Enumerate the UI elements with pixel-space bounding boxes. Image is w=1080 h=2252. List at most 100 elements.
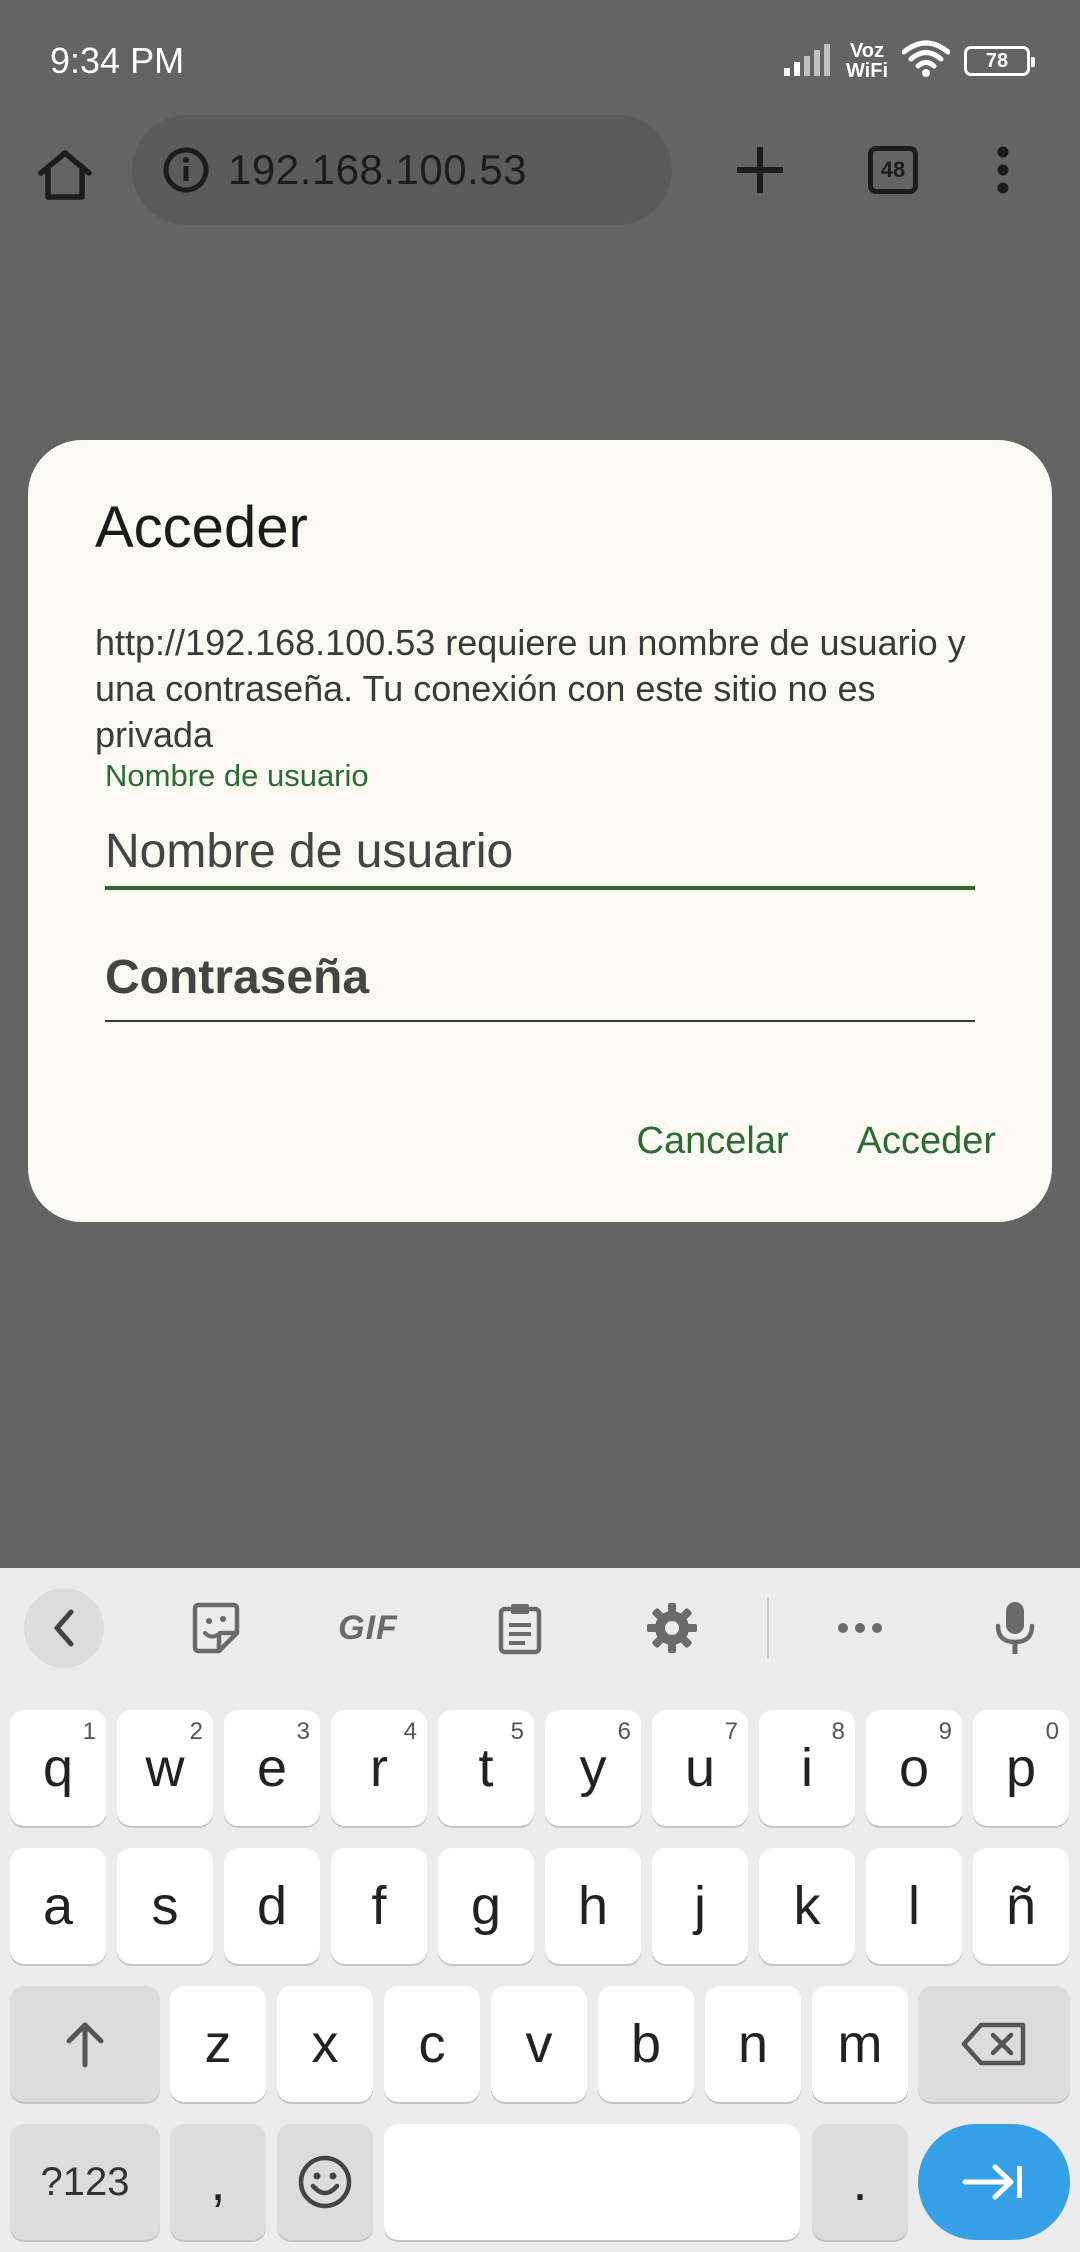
key-g[interactable]: g	[438, 1848, 534, 1964]
key-z-label: z	[204, 2014, 232, 2074]
key-v[interactable]: v	[491, 1986, 587, 2102]
key-b[interactable]: b	[598, 1986, 694, 2102]
gif-button[interactable]: GIF	[328, 1588, 408, 1668]
key-u[interactable]: u7	[652, 1710, 748, 1826]
settings-button[interactable]	[632, 1588, 712, 1668]
key-a[interactable]: a	[10, 1848, 106, 1964]
key-r[interactable]: r4	[331, 1710, 427, 1826]
comma-key[interactable]: ,	[170, 2124, 266, 2240]
sticker-icon	[192, 1602, 240, 1654]
home-button[interactable]	[30, 140, 100, 210]
key-d-label: d	[256, 1876, 288, 1936]
toolbar-divider	[767, 1598, 769, 1658]
key-y[interactable]: y6	[545, 1710, 641, 1826]
info-icon[interactable]	[162, 146, 210, 194]
key-p-hint: 0	[1045, 1718, 1059, 1745]
browser-toolbar: 192.168.100.53 48	[0, 110, 1080, 230]
key-c[interactable]: c	[384, 1986, 480, 2102]
cancel-button[interactable]: Cancelar	[637, 1120, 789, 1163]
url-text[interactable]: 192.168.100.53	[228, 146, 527, 194]
comma-key-label: ,	[210, 2152, 226, 2212]
key-u-hint: 7	[724, 1718, 738, 1745]
symbols-key[interactable]: ?123	[10, 2124, 160, 2240]
key-y-hint: 6	[617, 1718, 631, 1745]
key-o-label: o	[898, 1738, 930, 1798]
sticker-button[interactable]	[176, 1588, 256, 1668]
key-k-label: k	[793, 1876, 821, 1936]
key-g-label: g	[470, 1876, 502, 1936]
key-w[interactable]: w2	[117, 1710, 213, 1826]
more-vert-icon	[997, 146, 1009, 194]
password-input[interactable]	[105, 940, 975, 1014]
voz-wifi-indicator: Voz WiFi	[846, 41, 888, 81]
wifi-icon	[901, 40, 951, 83]
key-p[interactable]: p0	[973, 1710, 1069, 1826]
status-bar: 9:34 PM Voz WiFi 78	[0, 0, 1080, 120]
username-input[interactable]	[105, 814, 975, 888]
address-bar[interactable]: 192.168.100.53	[132, 115, 672, 225]
key-o-hint: 9	[938, 1718, 952, 1745]
key-w-label: w	[145, 1738, 185, 1798]
username-field[interactable]: Nombre de usuario	[105, 758, 975, 898]
emoji-key[interactable]	[277, 2124, 373, 2240]
battery-level: 78	[985, 49, 1009, 72]
new-tab-button[interactable]	[725, 135, 795, 205]
period-key[interactable]: .	[812, 2124, 908, 2240]
key-v-label: v	[525, 2014, 553, 2074]
key-m[interactable]: m	[812, 1986, 908, 2102]
key-y-label: y	[579, 1738, 607, 1798]
key-p-label: p	[1005, 1738, 1037, 1798]
backspace-key[interactable]	[918, 1986, 1070, 2102]
key-b-label: b	[630, 2014, 662, 2074]
username-underline	[105, 886, 975, 890]
keyboard-back-button[interactable]	[24, 1588, 104, 1668]
key-t[interactable]: t5	[438, 1710, 534, 1826]
shift-key[interactable]	[10, 1986, 160, 2102]
key-l[interactable]: l	[866, 1848, 962, 1964]
key-i[interactable]: i8	[759, 1710, 855, 1826]
key-i-hint: 8	[831, 1718, 845, 1745]
key-z[interactable]: z	[170, 1986, 266, 2102]
key-m-label: m	[837, 2014, 883, 2074]
key-n[interactable]: n	[705, 1986, 801, 2102]
emoji-icon	[298, 2155, 352, 2209]
keyboard-toolbar: GIF	[0, 1568, 1080, 1688]
password-field[interactable]	[105, 940, 975, 1040]
space-key[interactable]	[384, 2124, 800, 2240]
key-j-label: j	[694, 1876, 706, 1936]
key-a-label: a	[42, 1876, 74, 1936]
key-s[interactable]: s	[117, 1848, 213, 1964]
key-w-hint: 2	[189, 1718, 203, 1745]
key-d[interactable]: d	[224, 1848, 320, 1964]
username-floating-label: Nombre de usuario	[105, 758, 369, 793]
key-x[interactable]: x	[277, 1986, 373, 2102]
key-l-label: l	[908, 1876, 920, 1936]
key-h[interactable]: h	[545, 1848, 641, 1964]
sign-in-dialog: Acceder http://192.168.100.53 requiere u…	[28, 440, 1052, 1222]
symbols-key-label: ?123	[40, 2159, 130, 2204]
key-n-label: n	[737, 2014, 769, 2074]
key-k[interactable]: k	[759, 1848, 855, 1964]
key-j[interactable]: j	[652, 1848, 748, 1964]
more-options-button[interactable]	[968, 135, 1038, 205]
enter-key[interactable]	[918, 2124, 1070, 2240]
chevron-left-icon	[54, 1609, 74, 1647]
key-i-label: i	[801, 1738, 813, 1798]
sign-in-button[interactable]: Acceder	[857, 1120, 996, 1163]
tab-switcher-button[interactable]: 48	[858, 135, 928, 205]
period-key-label: .	[852, 2152, 868, 2212]
key-t-hint: 5	[510, 1718, 524, 1745]
key-e[interactable]: e3	[224, 1710, 320, 1826]
key-o[interactable]: o9	[866, 1710, 962, 1826]
clipboard-button[interactable]	[480, 1588, 560, 1668]
more-tools-button[interactable]	[820, 1588, 900, 1668]
voice-input-button[interactable]	[975, 1588, 1055, 1668]
gear-icon	[647, 1603, 697, 1653]
signal-icon	[783, 42, 832, 81]
key-f[interactable]: f	[331, 1848, 427, 1964]
key-x-label: x	[311, 2014, 339, 2074]
key-h-label: h	[577, 1876, 609, 1936]
key-q[interactable]: q1	[10, 1710, 106, 1826]
key-ñ[interactable]: ñ	[973, 1848, 1069, 1964]
key-r-hint: 4	[403, 1718, 417, 1745]
